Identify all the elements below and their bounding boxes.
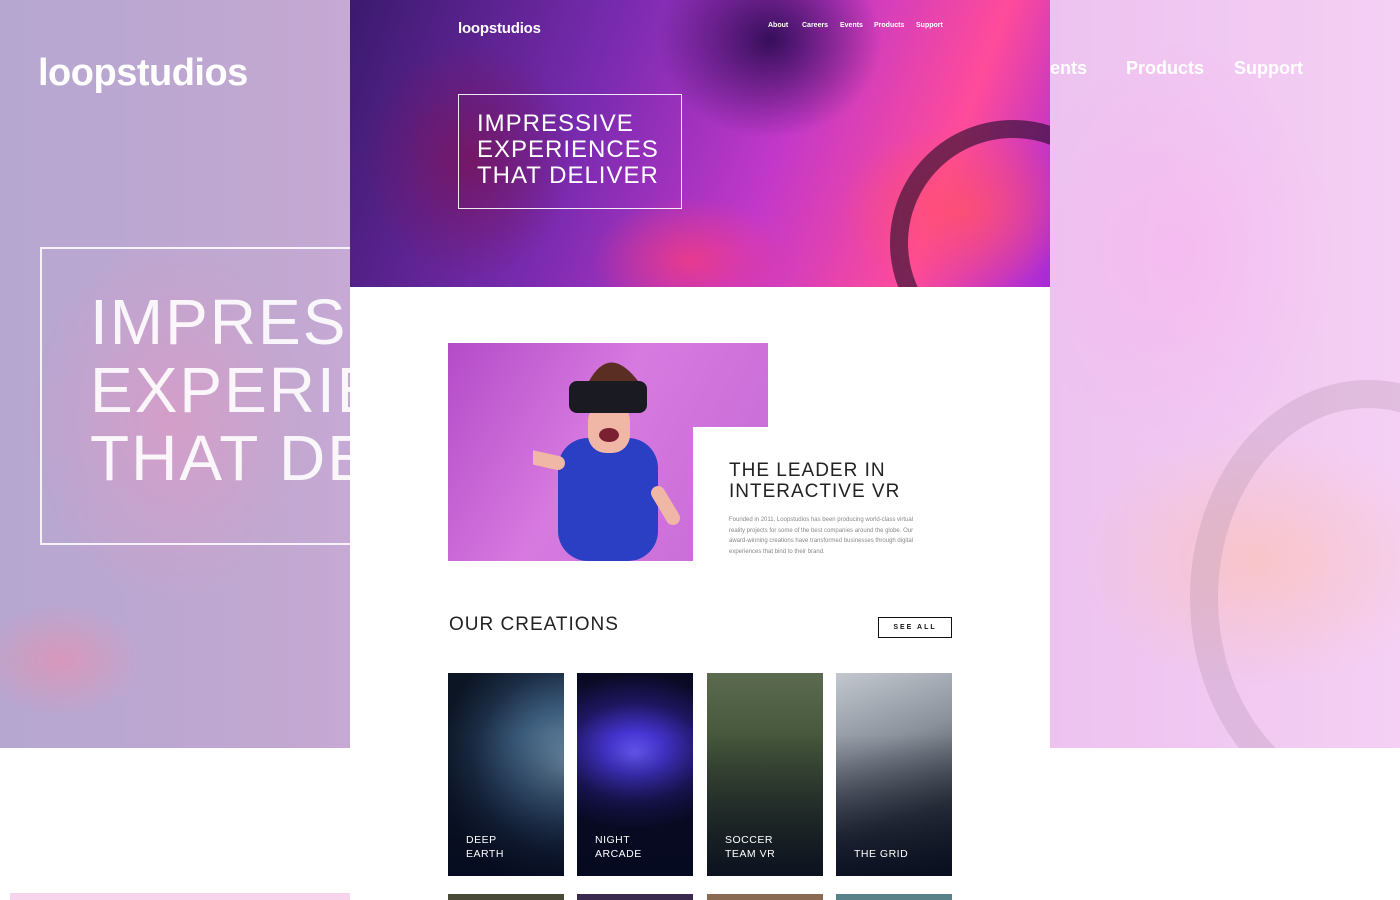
creation-card-label: THE GRID [854,848,909,860]
nav-events[interactable]: Events [840,22,863,29]
creation-card-row2[interactable] [577,894,693,900]
creation-card-row2[interactable] [836,894,952,900]
main-nav: About Careers Events Products Support [768,22,968,36]
hero-steering-wheel [890,120,1050,287]
about-title: THE LEADER IN INTERACTIVE VR [729,460,901,502]
background-nav: vents Products Support [1040,58,1380,88]
see-all-button[interactable]: SEE ALL [878,617,952,638]
creations-title: OUR CREATIONS [449,614,619,635]
creation-card-label: DEEP EARTH [466,834,504,860]
creation-card-label: NIGHT ARCADE [595,834,642,860]
creation-card-label: SOCCER TEAM VR [725,834,776,860]
hero-section: loopstudios About Careers Events Product… [350,0,1050,287]
creation-card-the-grid[interactable]: THE GRID [836,673,952,876]
background-nav-products: Products [1126,58,1205,78]
hero-title: IMPRESSIVE EXPERIENCES THAT DELIVER [477,110,659,189]
background-logo: loopstudios [38,52,248,94]
creation-card-deep-earth[interactable]: DEEP EARTH [448,673,564,876]
landing-page: loopstudios About Careers Events Product… [350,0,1050,900]
nav-support[interactable]: Support [916,22,943,29]
creation-card-row2[interactable] [448,894,564,900]
creation-card-row2[interactable] [707,894,823,900]
background-pink-strip [10,893,350,900]
background-headline: IMPRESS EXPERIE THAT DE [90,286,393,494]
vr-person-illustration [533,362,680,561]
nav-products[interactable]: Products [874,22,904,29]
background-nav-support: Support [1234,58,1303,78]
nav-careers[interactable]: Careers [802,22,828,29]
nav-about[interactable]: About [768,22,788,29]
creation-card-night-arcade[interactable]: NIGHT ARCADE [577,673,693,876]
creation-card-soccer-team-vr[interactable]: SOCCER TEAM VR [707,673,823,876]
about-body: Founded in 2011, Loopstudios has been pr… [729,517,914,555]
site-logo[interactable]: loopstudios [458,20,541,37]
